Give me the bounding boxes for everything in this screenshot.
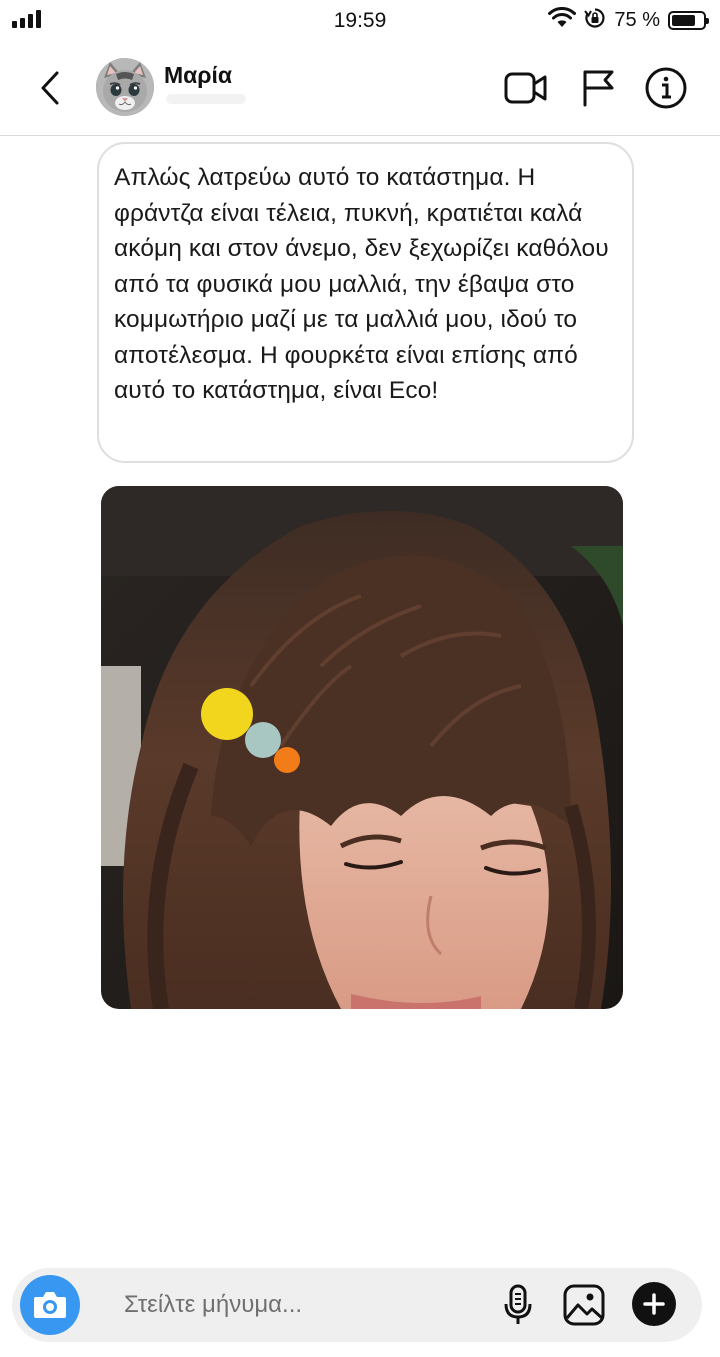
rotation-lock-icon	[584, 7, 606, 34]
info-icon	[645, 67, 687, 109]
status-right: 75 %	[548, 6, 709, 34]
contact-name[interactable]: Μαρία	[164, 62, 232, 89]
voice-message-button[interactable]	[494, 1281, 542, 1329]
more-options-button[interactable]	[632, 1282, 676, 1326]
status-bar: 19:59 75 %	[0, 0, 720, 42]
message-text: Απλώς λατρεύω αυτό το κατάστημα. Η φράντ…	[114, 164, 609, 404]
back-button[interactable]	[30, 66, 70, 110]
contact-status-placeholder	[166, 94, 246, 104]
message-composer	[12, 1268, 702, 1342]
message-bubble: Απλώς λατρεύω αυτό το κατάστημα. Η φράντ…	[97, 142, 634, 463]
flag-button[interactable]	[574, 66, 622, 110]
video-call-button[interactable]	[502, 66, 550, 110]
battery-fill	[672, 15, 695, 26]
wifi-icon	[548, 6, 577, 34]
microphone-icon	[504, 1284, 532, 1324]
battery-icon	[668, 11, 709, 30]
gallery-button[interactable]	[560, 1281, 608, 1329]
plus-icon	[643, 1293, 665, 1315]
hair-photo-image	[101, 486, 623, 1009]
gallery-icon	[563, 1284, 605, 1326]
video-call-icon	[504, 72, 547, 104]
message-input[interactable]	[124, 1282, 484, 1328]
avatar[interactable]	[96, 58, 154, 116]
kitten-avatar-image	[96, 58, 154, 116]
back-chevron-icon	[41, 71, 59, 105]
info-button[interactable]	[642, 66, 690, 110]
battery-percent: 75 %	[614, 9, 660, 31]
camera-button[interactable]	[20, 1275, 80, 1335]
chat-header: Μαρία	[0, 42, 720, 136]
shared-photo[interactable]	[101, 486, 623, 1009]
flag-icon	[583, 70, 614, 107]
camera-icon	[34, 1292, 66, 1318]
